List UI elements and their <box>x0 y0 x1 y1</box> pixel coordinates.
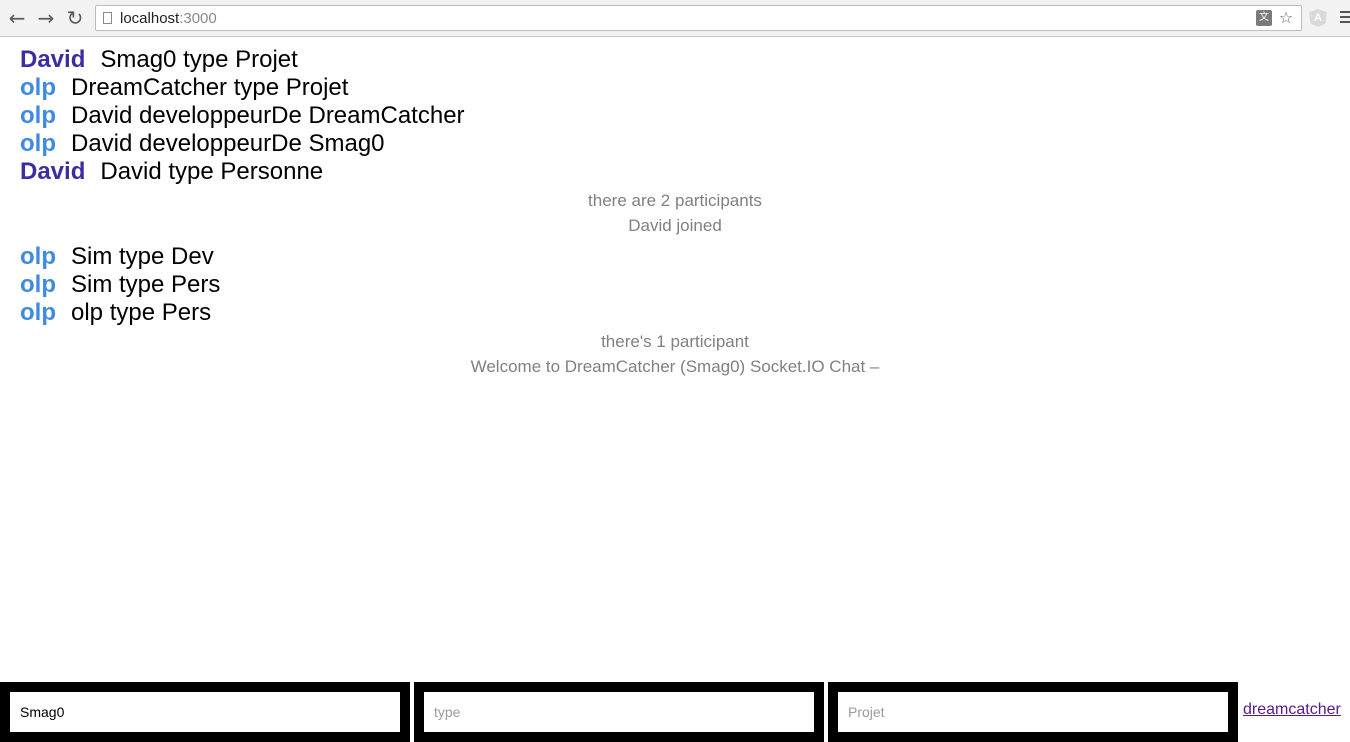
menu-icon[interactable] <box>1340 11 1350 25</box>
angular-extension-icon[interactable]: A <box>1309 9 1327 27</box>
message-body: David developpeurDe Smag0 <box>71 130 385 157</box>
message-username: olp <box>20 299 56 326</box>
object-field-frame <box>828 682 1238 742</box>
message-body: Sim type Dev <box>71 243 214 270</box>
url-host: localhost <box>120 10 180 27</box>
message-username: olp <box>20 74 56 101</box>
message-body: DreamCatcher type Projet <box>71 74 349 101</box>
message: olp Sim type Pers <box>0 271 1350 299</box>
back-arrow-icon[interactable]: ← <box>5 6 29 30</box>
log-message: there are 2 participants <box>588 191 762 210</box>
message: olp DreamCatcher type Projet <box>0 74 1350 102</box>
forward-arrow-icon[interactable]: → <box>34 6 58 30</box>
message-body: Sim type Pers <box>71 271 221 298</box>
browser-toolbar: ← → ↻ localhost:3000 文 ☆ A <box>0 0 1350 37</box>
message-username: David <box>20 158 86 185</box>
message: olp Sim type Dev <box>0 243 1350 271</box>
message: olp David developpeurDe DreamCatcher <box>0 102 1350 130</box>
translate-icon[interactable]: 文 <box>1256 10 1272 26</box>
reload-icon[interactable]: ↻ <box>63 6 87 30</box>
message-username: olp <box>20 102 56 129</box>
subject-field-frame <box>0 682 410 742</box>
message-username: olp <box>20 243 56 270</box>
message-body: olp type Pers <box>71 299 212 326</box>
subject-input[interactable] <box>10 692 400 732</box>
address-bar[interactable]: localhost:3000 文 ☆ <box>95 5 1302 31</box>
message-username: olp <box>20 130 56 157</box>
dreamcatcher-link[interactable]: dreamcatcher <box>1243 701 1341 719</box>
object-input[interactable] <box>838 692 1228 732</box>
message-username: David <box>20 46 86 73</box>
message: David David type Personne <box>0 158 1350 186</box>
message: olp olp type Pers <box>0 299 1350 327</box>
log-message: Welcome to DreamCatcher (Smag0) Socket.I… <box>470 357 880 376</box>
log-message: David joined <box>628 216 722 235</box>
predicate-input[interactable] <box>424 692 814 732</box>
chat-form: dreamcatcher <box>0 682 1350 742</box>
log-message: there's 1 participant <box>601 332 749 351</box>
predicate-field-frame <box>414 682 824 742</box>
messages-list: David Smag0 type Projet olp DreamCatcher t… <box>0 46 1350 379</box>
message: olp David developpeurDe Smag0 <box>0 130 1350 158</box>
bookmark-star-icon[interactable]: ☆ <box>1277 9 1295 27</box>
message-username: olp <box>20 271 56 298</box>
page-icon <box>103 12 112 24</box>
url-port: :3000 <box>179 10 217 27</box>
message-body: Smag0 type Projet <box>100 46 298 73</box>
message-body: David type Personne <box>100 158 324 185</box>
message: David Smag0 type Projet <box>0 46 1350 74</box>
message-body: David developpeurDe DreamCatcher <box>71 102 465 129</box>
url-text: localhost:3000 <box>120 10 217 27</box>
